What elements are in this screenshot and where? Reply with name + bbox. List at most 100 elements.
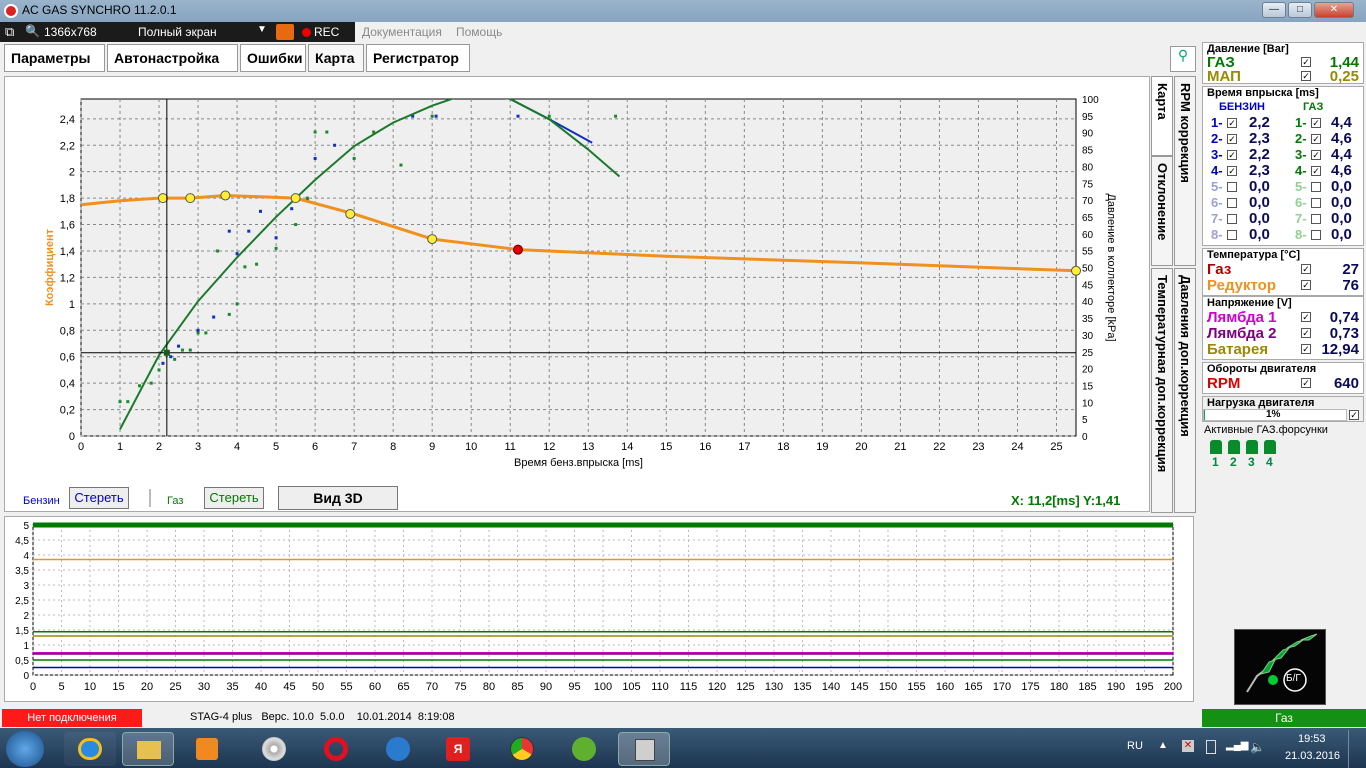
clear-benzin-button[interactable]: Стереть xyxy=(69,487,129,509)
tab-parameters[interactable]: Параметры xyxy=(4,44,105,72)
menu-documentation[interactable]: Документация xyxy=(362,25,442,39)
benzin-injector-checkbox[interactable] xyxy=(1227,214,1237,224)
benzin-injector-label: 6- xyxy=(1211,195,1223,210)
tab-map[interactable]: Карта xyxy=(308,44,364,72)
clock-date[interactable]: 21.03.2016 xyxy=(1285,750,1340,762)
side-tab-deviation[interactable]: Отклонение xyxy=(1151,156,1173,266)
x-tick-label: 150 xyxy=(879,681,897,693)
coefficient-point xyxy=(290,193,301,204)
pin-icon[interactable]: ⚲ xyxy=(1170,46,1196,72)
gas-data-point xyxy=(204,331,208,335)
benzin-label: Бензин xyxy=(23,495,60,507)
dvd-icon[interactable] xyxy=(248,732,300,766)
benzin-injector-checkbox[interactable] xyxy=(1227,230,1237,240)
gas-injector-checkbox[interactable]: ✓ xyxy=(1311,150,1321,160)
side-tab-temperature-correction[interactable]: Температурная доп.коррекция xyxy=(1151,268,1173,513)
map-pressure-checkbox[interactable]: ✓ xyxy=(1301,71,1311,81)
side-tab-pressure-correction[interactable]: Давления доп.коррекция xyxy=(1174,268,1196,513)
map-chart[interactable]: 0 1 2 3 4 5 6 7 8 9 10 11 12 13 14 15 16 17 18 19 20 21 22 23 24… xyxy=(5,77,1151,513)
benzin-injector-checkbox[interactable] xyxy=(1227,198,1237,208)
gas-temp-checkbox[interactable]: ✓ xyxy=(1301,264,1311,274)
yandex-icon[interactable]: Я xyxy=(432,732,484,766)
gas-injector-checkbox[interactable]: ✓ xyxy=(1311,166,1321,176)
gas-injector-checkbox[interactable] xyxy=(1311,230,1321,240)
clock-time[interactable]: 19:53 xyxy=(1298,733,1326,745)
benzin-data-point xyxy=(247,229,251,233)
tab-autotuning[interactable]: Автонастройка xyxy=(107,44,238,72)
x-tick-label: 17 xyxy=(738,441,750,453)
x-tick-label: 8 xyxy=(390,441,396,453)
tray-expand-icon[interactable]: ▲ xyxy=(1158,740,1168,751)
realtime-chart[interactable]: 0 5 10 15 20 25 30 35 40 45 50 55 60 65 70 75 80 85 90 95 10… xyxy=(5,517,1195,703)
gas-temp-label: Газ xyxy=(1207,261,1232,278)
signal-icon[interactable]: ▂▄▆ xyxy=(1226,740,1248,751)
clear-gas-button[interactable]: Стереть xyxy=(204,487,264,509)
gas-pressure-checkbox[interactable]: ✓ xyxy=(1301,57,1311,67)
x-tick-label: 195 xyxy=(1135,681,1153,693)
chrome-icon[interactable] xyxy=(496,732,548,766)
opera-icon[interactable] xyxy=(310,732,362,766)
speaker-icon[interactable]: 🔈 xyxy=(1250,740,1265,754)
benzin-injector-checkbox[interactable]: ✓ xyxy=(1227,134,1237,144)
benzin-data-point xyxy=(274,236,278,240)
view-3d-button[interactable]: Вид 3D xyxy=(278,486,398,510)
volume-app-icon[interactable] xyxy=(372,732,424,766)
side-tab-rpm-correction[interactable]: RPM коррекция xyxy=(1174,76,1196,266)
battery-value: 12,94 xyxy=(1321,341,1359,358)
minimize-button[interactable]: — xyxy=(1262,2,1286,18)
utorrent-icon[interactable] xyxy=(558,732,610,766)
tab-recorder[interactable]: Регистратор xyxy=(366,44,470,72)
lambda1-label: Лямбда 1 xyxy=(1207,309,1277,326)
benzin-injector-checkbox[interactable]: ✓ xyxy=(1227,166,1237,176)
y2-tick-label: 50 xyxy=(1082,264,1094,275)
language-indicator[interactable]: RU xyxy=(1127,740,1143,752)
maximize-button[interactable]: □ xyxy=(1288,2,1312,18)
y2-tick-label: 35 xyxy=(1082,314,1094,325)
explorer-icon[interactable] xyxy=(122,732,174,766)
y2-tick-label: 65 xyxy=(1082,213,1094,224)
gas-injector-checkbox[interactable] xyxy=(1311,182,1321,192)
show-desktop-button[interactable] xyxy=(1348,730,1364,768)
x-tick-label: 4 xyxy=(234,441,240,453)
gas-injector-checkbox[interactable] xyxy=(1311,198,1321,208)
lambda1-checkbox[interactable]: ✓ xyxy=(1301,312,1311,322)
y2-tick-label: 85 xyxy=(1082,146,1094,157)
rpm-checkbox[interactable]: ✓ xyxy=(1301,378,1311,388)
gas-petrol-switch[interactable]: Б/Г xyxy=(1234,629,1326,705)
close-button[interactable]: ✕ xyxy=(1314,2,1354,18)
rec-button[interactable]: REC xyxy=(314,25,339,39)
chevron-down-icon[interactable]: ▼ xyxy=(257,24,267,35)
x-tick-label: 5 xyxy=(58,681,64,693)
menu-help[interactable]: Помощь xyxy=(456,25,502,39)
network-error-icon[interactable]: ✕ xyxy=(1182,740,1194,752)
realtime-graph: 0 5 10 15 20 25 30 35 40 45 50 55 60 65 70 75 80 85 90 95 10… xyxy=(4,516,1194,702)
side-tab-map[interactable]: Карта xyxy=(1151,76,1173,156)
fullscreen-mode[interactable]: Полный экран xyxy=(138,25,217,39)
ac-synchro-taskbar-icon[interactable] xyxy=(618,732,670,766)
gas-injector-checkbox[interactable]: ✓ xyxy=(1311,118,1321,128)
window-icon[interactable]: ⧉ xyxy=(5,24,14,40)
benzin-injector-checkbox[interactable] xyxy=(1227,182,1237,192)
reducer-temp-label: Редуктор xyxy=(1207,277,1277,294)
lambda2-checkbox[interactable]: ✓ xyxy=(1301,328,1311,338)
load-checkbox[interactable]: ✓ xyxy=(1349,410,1359,420)
search-icon[interactable]: 🔍 xyxy=(25,24,40,38)
app-icon xyxy=(4,4,18,18)
y-tick-label: 2 xyxy=(69,167,75,179)
tab-errors[interactable]: Ошибки xyxy=(240,44,306,72)
x-tick-label: 65 xyxy=(397,681,409,693)
camera-icon[interactable] xyxy=(276,24,294,40)
gas-injector-checkbox[interactable] xyxy=(1311,214,1321,224)
reducer-temp-checkbox[interactable]: ✓ xyxy=(1301,280,1311,290)
ie-icon[interactable] xyxy=(64,732,116,766)
x-tick-label: 120 xyxy=(708,681,726,693)
benzin-injection-value: 0,0 xyxy=(1249,210,1270,227)
media-player-icon[interactable] xyxy=(180,732,232,766)
battery-checkbox[interactable]: ✓ xyxy=(1301,344,1311,354)
start-button[interactable] xyxy=(6,731,44,767)
gas-data-point xyxy=(118,400,122,404)
benzin-injector-checkbox[interactable]: ✓ xyxy=(1227,150,1237,160)
benzin-injector-checkbox[interactable]: ✓ xyxy=(1227,118,1237,128)
gas-injector-checkbox[interactable]: ✓ xyxy=(1311,134,1321,144)
battery-icon[interactable] xyxy=(1206,740,1216,754)
